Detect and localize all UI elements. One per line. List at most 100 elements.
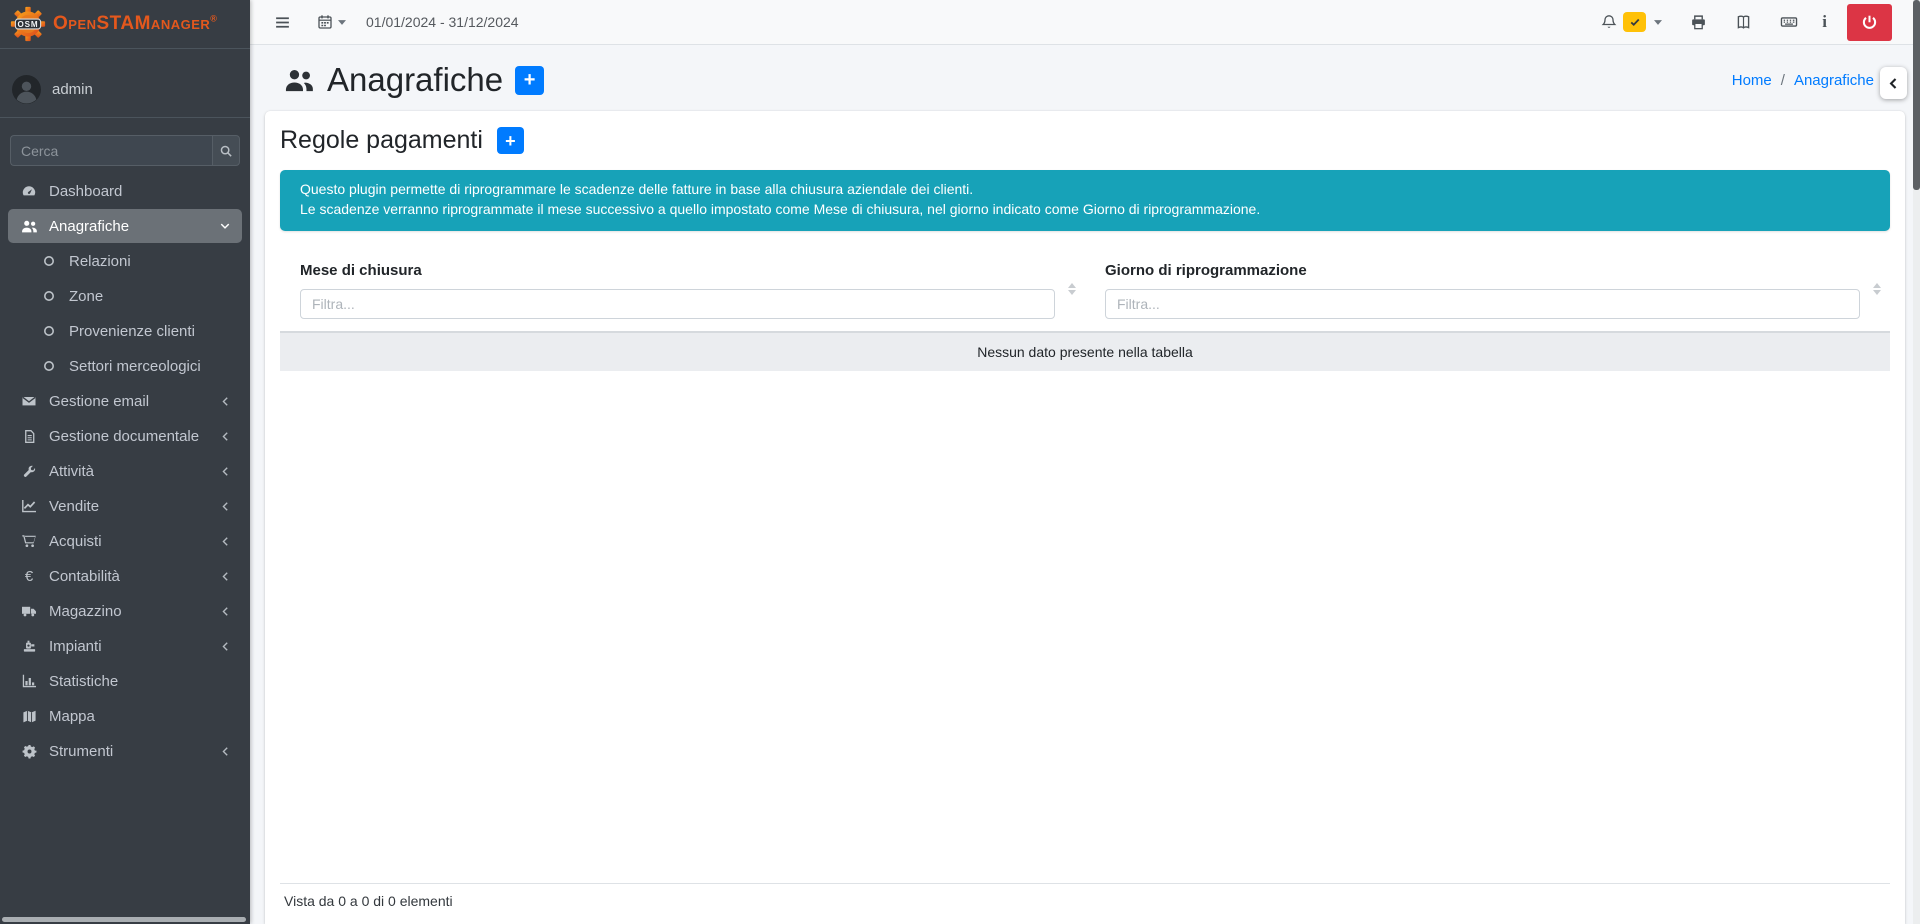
sidebar-item-attivita[interactable]: Attività [8, 454, 242, 488]
sidebar-item-label: Dashboard [49, 183, 122, 200]
breadcrumb-current-link[interactable]: Anagrafiche [1794, 72, 1874, 89]
chevron-down-icon [219, 220, 231, 232]
sidebar-item-gestione-documentale[interactable]: Gestione documentale [8, 419, 242, 453]
info-line-2: Le scadenze verranno riprogrammate il me… [300, 200, 1870, 220]
sidebar-item-label: Anagrafiche [49, 218, 129, 235]
sidebar-item-label: Attività [49, 463, 94, 480]
content-area: Anagrafiche + Home / Anagrafiche Regole … [250, 45, 1920, 924]
info-line-1: Questo plugin permette di riprogrammare … [300, 180, 1870, 200]
date-range[interactable]: 01/01/2024 - 31/12/2024 [366, 14, 519, 30]
calendar-button[interactable] [307, 8, 356, 36]
filter-input-mese[interactable] [300, 289, 1055, 319]
printer-icon [1690, 14, 1707, 31]
info-icon: i [1822, 12, 1827, 32]
map-icon [16, 709, 42, 724]
notifications-button[interactable] [1591, 6, 1672, 38]
widgets-panel-toggle[interactable] [1880, 67, 1907, 99]
column-label: Giorno di riprogrammazione [1105, 262, 1307, 279]
rules-table: Mese di chiusura Giorno di riprogrammazi… [280, 249, 1890, 371]
sidebar-item-label: Mappa [49, 708, 95, 725]
caret-down-icon [1654, 20, 1662, 25]
sidebar-item-dashboard[interactable]: Dashboard [8, 174, 242, 208]
info-button[interactable]: i [1816, 12, 1833, 32]
sidebar-item-vendite[interactable]: Vendite [8, 489, 242, 523]
circle-icon [36, 359, 62, 373]
info-callout: Questo plugin permette di riprogrammare … [280, 170, 1890, 231]
sidebar-item-strumenti[interactable]: Strumenti [8, 734, 242, 768]
brand-name: OpenSTAManager® [53, 13, 217, 35]
sidebar-item-label: Contabilità [49, 568, 120, 585]
sidebar-item-label: Magazzino [49, 603, 122, 620]
column-header-giorno: Giorno di riprogrammazione [1085, 249, 1890, 332]
sidebar-item-label: Vendite [49, 498, 99, 515]
page-scrollbar[interactable] [1913, 0, 1920, 924]
hamburger-button[interactable] [264, 8, 301, 37]
add-anagrafica-button[interactable]: + [515, 66, 544, 95]
avatar [12, 75, 41, 104]
book-icon [1735, 14, 1752, 31]
topbar-actions: i [1591, 4, 1892, 41]
sidebar-item-impianti[interactable]: Impianti [8, 629, 242, 663]
check-icon [1629, 16, 1641, 28]
chevron-left-icon [220, 571, 231, 582]
chevron-left-icon [1887, 77, 1900, 90]
sidebar-item-gestione-email[interactable]: Gestione email [8, 384, 242, 418]
sidebar-item-label: Statistiche [49, 673, 118, 690]
add-regola-button[interactable]: + [497, 127, 524, 154]
sidebar-item-magazzino[interactable]: Magazzino [8, 594, 242, 628]
sidebar-item-anagrafiche[interactable]: Anagrafiche [8, 209, 242, 243]
chevron-left-icon [220, 536, 231, 547]
sort-icon[interactable] [1068, 283, 1076, 295]
tachometer-icon [16, 183, 42, 199]
sidebar-item-provenienze-clienti[interactable]: Provenienze clienti [8, 314, 242, 348]
sidebar-item-zone[interactable]: Zone [8, 279, 242, 313]
filter-input-giorno[interactable] [1105, 289, 1860, 319]
sidebar-item-label: Relazioni [69, 253, 131, 270]
table-info: Vista da 0 a 0 di 0 elementi [280, 883, 1890, 915]
table-empty-row: Nessun dato presente nella tabella [280, 332, 1890, 371]
sidebar-item-relazioni[interactable]: Relazioni [8, 244, 242, 278]
wrench-icon [16, 464, 42, 479]
breadcrumb-home-link[interactable]: Home [1732, 72, 1772, 89]
sidebar-nav: Dashboard Anagrafiche Relazioni Zone [0, 174, 250, 768]
sidebar-item-label: Strumenti [49, 743, 113, 760]
sidebar-item-mappa[interactable]: Mappa [8, 699, 242, 733]
empty-message: Nessun dato presente nella tabella [280, 332, 1890, 371]
sidebar-item-statistiche[interactable]: Statistiche [8, 664, 242, 698]
brand-logo[interactable]: OSM OpenSTAManager® [0, 0, 250, 49]
svg-text:OSM: OSM [17, 20, 38, 29]
bar-chart-icon [16, 673, 42, 689]
machinery-icon [16, 639, 42, 654]
users-icon [284, 65, 315, 96]
page-scrollbar-thumb[interactable] [1913, 0, 1920, 190]
chevron-left-icon [220, 501, 231, 512]
sidebar-scrollbar[interactable] [2, 917, 246, 922]
sidebar-item-acquisti[interactable]: Acquisti [8, 524, 242, 558]
power-icon [1861, 14, 1878, 31]
bell-icon [1601, 14, 1617, 30]
print-button[interactable] [1680, 8, 1717, 37]
logout-button[interactable] [1847, 4, 1892, 41]
document-icon [16, 429, 42, 444]
content-header: Anagrafiche + Home / Anagrafiche [250, 45, 1920, 111]
search-icon [219, 144, 233, 158]
sort-icon[interactable] [1873, 283, 1881, 295]
search-button[interactable] [212, 135, 240, 166]
user-panel[interactable]: admin [0, 49, 250, 118]
sidebar-item-contabilita[interactable]: € Contabilità [8, 559, 242, 593]
sidebar-item-settori-merceologici[interactable]: Settori merceologici [8, 349, 242, 383]
breadcrumb: Home / Anagrafiche [1732, 72, 1874, 89]
truck-icon [16, 603, 42, 619]
gear-logo-icon: OSM [10, 6, 46, 42]
search-input[interactable] [10, 135, 212, 166]
keyboard-icon [1780, 13, 1798, 31]
topbar: 01/01/2024 - 31/12/2024 [250, 0, 1920, 45]
main-area: 01/01/2024 - 31/12/2024 [250, 0, 1920, 924]
manual-button[interactable] [1725, 8, 1762, 37]
sidebar-item-label: Zone [69, 288, 103, 305]
column-header-mese: Mese di chiusura [280, 249, 1085, 332]
sidebar-item-label: Impianti [49, 638, 102, 655]
shortcuts-button[interactable] [1770, 7, 1808, 37]
sidebar-item-label: Gestione documentale [49, 428, 199, 445]
chevron-left-icon [220, 641, 231, 652]
